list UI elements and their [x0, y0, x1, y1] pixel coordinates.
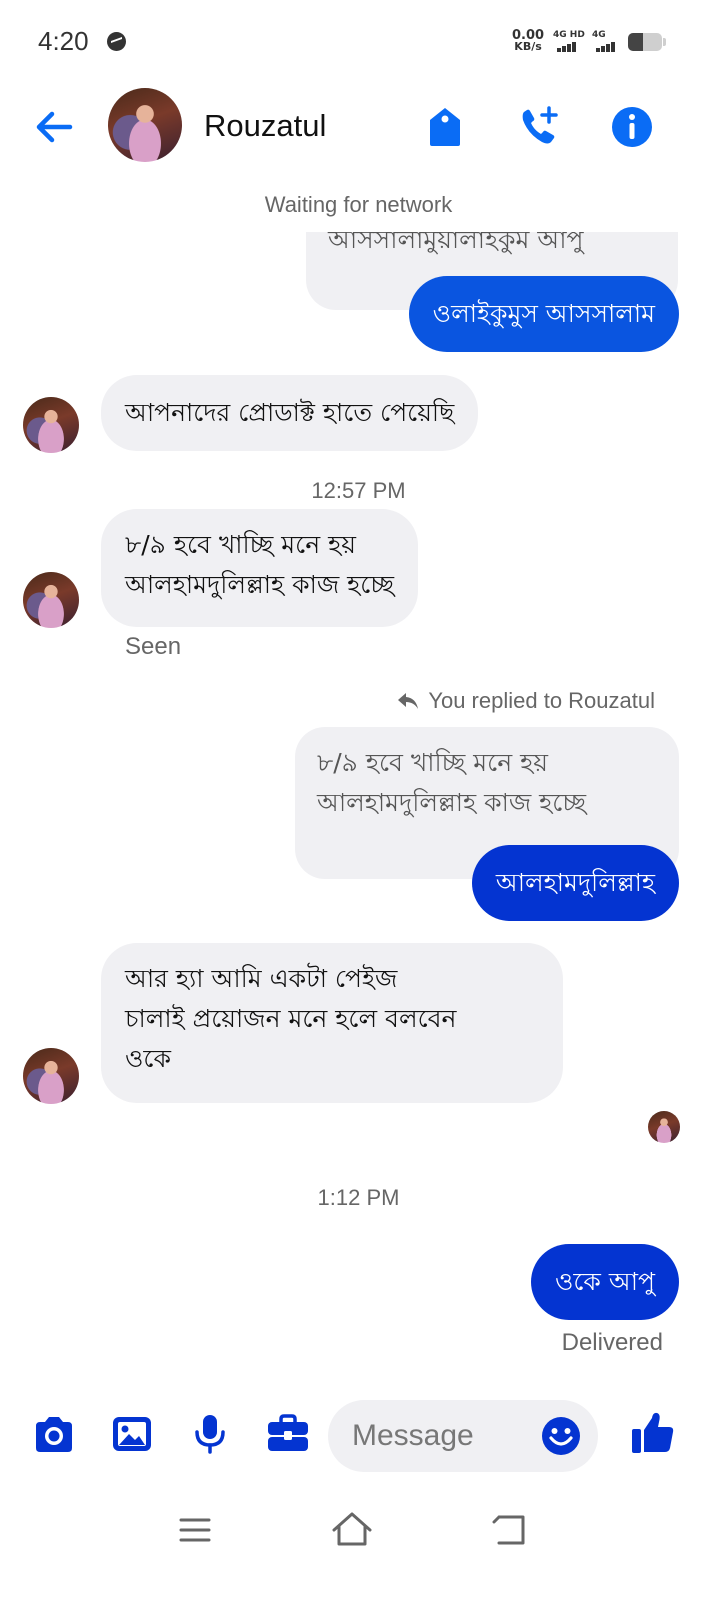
quoted-message-text: আসসালামুয়ালাইকুম আপু [328, 232, 584, 254]
sim2-signal-icon: 4G [592, 30, 626, 52]
emoji-icon [542, 1417, 580, 1455]
home-icon [332, 1512, 372, 1546]
info-icon [612, 107, 652, 147]
message-text-line: ৮/৯ হবে খাচ্ছি মনে হয় [125, 530, 356, 559]
network-status: Waiting for network [264, 192, 453, 217]
gallery-button[interactable] [110, 1412, 154, 1456]
reply-arrow-icon [398, 693, 419, 709]
status-time: 4:20 [38, 26, 89, 56]
message-composer [0, 1392, 717, 1482]
timestamp: 1:12 PM [317, 1185, 400, 1210]
message-text-line: চালাই প্রয়োজন মনে হলে বলবেন [125, 1004, 457, 1033]
message-text-line: ওকে [125, 1044, 171, 1073]
reply-indicator-text: You replied to Rouzatul [428, 688, 655, 713]
outgoing-message[interactable]: ওকে আপু [530, 1244, 679, 1320]
message-text: আপনাদের প্রোডাক্ট হাতে পেয়েছি [125, 398, 455, 427]
incoming-message[interactable]: ৮/৯ হবে খাচ্ছি মনে হয় আলহামদুলিল্লাহ কা… [101, 509, 418, 627]
back-nav-button[interactable] [487, 1508, 531, 1552]
voice-record-button[interactable] [188, 1412, 232, 1456]
camera-icon [36, 1417, 72, 1452]
status-bar: 4:20 0.00 KB/s 4G HD 4G [0, 0, 717, 80]
tag-button[interactable] [422, 104, 468, 150]
menu-icon [179, 1518, 211, 1542]
contact-avatar-small[interactable] [23, 572, 79, 628]
like-button[interactable] [630, 1410, 676, 1456]
sim1-signal-icon: 4G HD [553, 30, 587, 52]
thumbs-up-icon [632, 1412, 674, 1453]
message-text-line: আর হ্যা আমি একটা পেইজ [125, 964, 398, 993]
message-text: ওলাইকুমুস আসসালাম [432, 299, 655, 328]
seen-status: Seen [125, 633, 182, 660]
chat-header: Rouzatul [0, 80, 717, 180]
recents-button[interactable] [173, 1508, 217, 1552]
contact-name[interactable]: Rouzatul [204, 108, 326, 144]
add-call-icon [522, 106, 558, 144]
audio-call-button[interactable] [516, 104, 562, 150]
contact-avatar[interactable] [108, 88, 182, 162]
emoji-button[interactable] [541, 1416, 581, 1456]
business-tools-button[interactable] [266, 1412, 310, 1456]
network-speed: 0.00 KB/s [512, 29, 544, 53]
message-text: ওকে আপু [554, 1267, 655, 1296]
outgoing-message[interactable]: ওলাইকুমুস আসসালাম [408, 276, 679, 352]
back-arrow-icon [36, 111, 73, 143]
messenger-notification-icon [107, 32, 126, 51]
message-list[interactable]: আসসালামুয়ালাইকুম আপু ওলাইকুমুস আসসালাম … [0, 232, 717, 1380]
back-icon [492, 1515, 525, 1545]
network-speed-unit: KB/s [514, 40, 542, 53]
system-navigation-bar [0, 1490, 717, 1600]
quoted-message-line: ৮/৯ হবে খাচ্ছি মনে হয় [317, 748, 548, 777]
timestamp: 12:57 PM [311, 478, 406, 503]
read-receipt-avatar [648, 1111, 680, 1143]
camera-button[interactable] [32, 1412, 76, 1456]
home-button[interactable] [330, 1508, 374, 1552]
quoted-message-line: আলহামদুলিল্লাহ কাজ হচ্ছে [317, 788, 586, 817]
gallery-icon [113, 1417, 151, 1451]
incoming-message[interactable]: আপনাদের প্রোডাক্ট হাতে পেয়েছি [101, 375, 479, 451]
message-text: আলহামদুলিল্লাহ [495, 868, 655, 897]
reply-indicator: You replied to Rouzatul [396, 688, 655, 714]
back-button[interactable] [30, 102, 80, 152]
info-button[interactable] [609, 104, 655, 150]
delivered-status: Delivered [561, 1329, 663, 1356]
outgoing-message[interactable]: আলহামদুলিল্লাহ [471, 845, 679, 921]
incoming-message[interactable]: আর হ্যা আমি একটা পেইজ চালাই প্রয়োজন মনে… [101, 943, 563, 1103]
message-text-line: আলহামদুলিল্লাহ কাজ হচ্ছে [125, 570, 394, 599]
tag-icon [430, 108, 460, 146]
contact-avatar-small[interactable] [23, 1048, 79, 1104]
toolbox-icon [268, 1414, 308, 1451]
microphone-icon [195, 1415, 225, 1454]
battery-icon [628, 33, 666, 51]
contact-avatar-small[interactable] [23, 397, 79, 453]
